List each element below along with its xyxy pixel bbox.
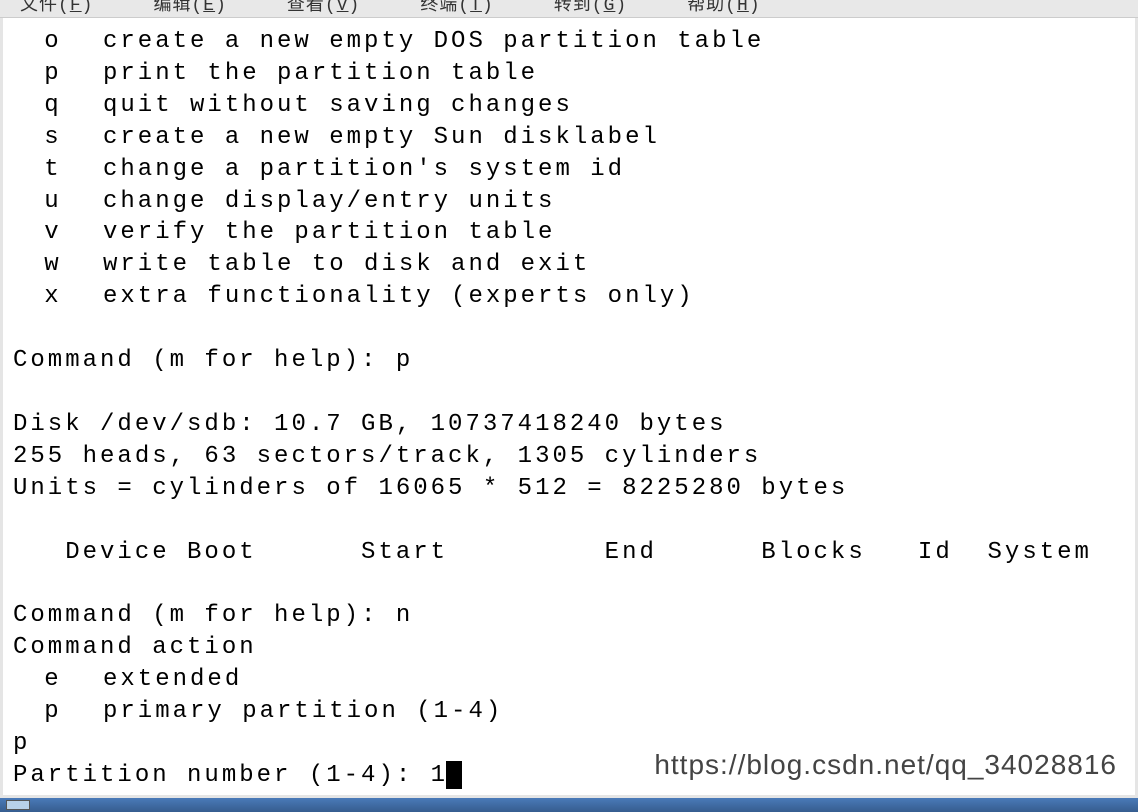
partition-table-header: Device Boot Start End Blocks Id System (13, 537, 1125, 569)
command-action-label: Command action (13, 632, 1125, 664)
menu-file[interactable]: 文件(F) (20, 0, 93, 18)
fdisk-help-u: uchange display/entry units (13, 186, 1125, 218)
action-primary: pprimary partition (1-4) (13, 696, 1125, 728)
terminal-area[interactable]: ocreate a new empty DOS partition tablep… (0, 18, 1138, 798)
menu-edit[interactable]: 编辑(E) (153, 0, 226, 18)
command-prompt-1: Command (m for help): p (13, 345, 1125, 377)
menubar: 文件(F) 编辑(E) 查看(V) 终端(T) 转到(G) 帮助(H) (0, 0, 1138, 18)
blank-line (13, 377, 1125, 409)
fdisk-help-s: screate a new empty Sun disklabel (13, 122, 1125, 154)
blank-line (13, 313, 1125, 345)
fdisk-help-p: pprint the partition table (13, 58, 1125, 90)
fdisk-help-q: qquit without saving changes (13, 90, 1125, 122)
disk-info-line1: Disk /dev/sdb: 10.7 GB, 10737418240 byte… (13, 409, 1125, 441)
command-prompt-2: Command (m for help): n (13, 600, 1125, 632)
menu-terminal[interactable]: 终端(T) (420, 0, 493, 18)
fdisk-help-x: xextra functionality (experts only) (13, 281, 1125, 313)
blank-line (13, 568, 1125, 600)
disk-info-line3: Units = cylinders of 16065 * 512 = 82252… (13, 473, 1125, 505)
fdisk-help-v: vverify the partition table (13, 217, 1125, 249)
action-extended: eextended (13, 664, 1125, 696)
fdisk-help-o: ocreate a new empty DOS partition table (13, 26, 1125, 58)
fdisk-help-t: tchange a partition's system id (13, 154, 1125, 186)
cursor-icon (446, 761, 462, 789)
menu-help[interactable]: 帮助(H) (687, 0, 760, 18)
menu-go[interactable]: 转到(G) (554, 0, 627, 18)
blank-line (13, 505, 1125, 537)
watermark-text: https://blog.csdn.net/qq_34028816 (654, 746, 1117, 783)
menu-view[interactable]: 查看(V) (287, 0, 360, 18)
fdisk-help-list: ocreate a new empty DOS partition tablep… (13, 26, 1125, 313)
disk-info-line2: 255 heads, 63 sectors/track, 1305 cylind… (13, 441, 1125, 473)
window-bottom-bar (0, 798, 1138, 812)
fdisk-help-w: wwrite table to disk and exit (13, 249, 1125, 281)
taskbar-item[interactable] (6, 800, 30, 810)
